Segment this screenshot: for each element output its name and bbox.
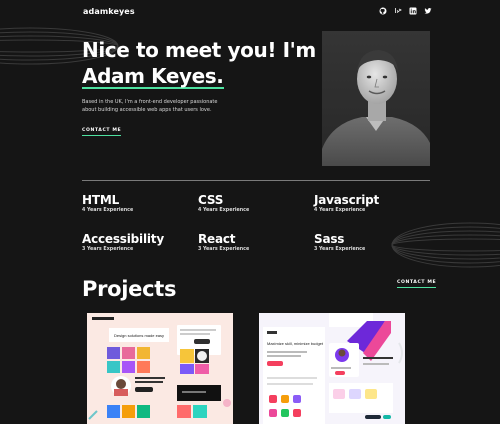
portfolio-page: adamkeyes Nice to meet you! I'm Adam Key… [0, 0, 500, 424]
skill-name: React [198, 232, 236, 246]
thumb2-heading: Maximize skill, minimize budget [267, 341, 324, 346]
skill-name: Sass [314, 232, 345, 246]
profile-photo [322, 31, 430, 166]
thumb1-heading: Design solutions made easy [114, 333, 164, 338]
skill-item: Sass 3 Years Experience [314, 232, 430, 253]
skill-item: HTML 4 Years Experience [82, 193, 198, 214]
skill-experience: 3 Years Experience [82, 247, 134, 252]
hero-name: Adam Keyes. [82, 64, 224, 89]
section-divider [82, 180, 430, 181]
hero-intro: Based in the UK, I'm a front-end develop… [82, 99, 218, 113]
github-icon[interactable] [379, 7, 387, 15]
skill-experience: 3 Years Experience [198, 247, 250, 252]
hero-greeting: Nice to meet you! I'm [82, 38, 316, 62]
project-thumbnail[interactable]: Maximize skill, minimize budget [259, 313, 405, 424]
skill-experience: 4 Years Experience [314, 208, 366, 213]
skill-item: CSS 4 Years Experience [198, 193, 314, 214]
site-header: adamkeyes [0, 0, 500, 22]
skills-grid: HTML 4 Years Experience CSS 4 Years Expe… [82, 193, 430, 253]
twitter-icon[interactable] [424, 7, 432, 15]
linkedin-icon[interactable] [409, 7, 417, 15]
skill-experience: 3 Years Experience [314, 247, 366, 252]
skill-name: Javascript [314, 193, 380, 207]
contact-me-link[interactable]: CONTACT ME [82, 128, 122, 136]
skill-name: HTML [82, 193, 120, 207]
skill-name: Accessibility [82, 232, 164, 246]
projects-heading: Projects [82, 277, 177, 301]
social-links [379, 7, 432, 15]
contact-me-link[interactable]: CONTACT ME [397, 280, 437, 288]
project-thumbnail[interactable]: Design solutions made easy [87, 313, 233, 424]
skill-experience: 4 Years Experience [198, 208, 250, 213]
skill-experience: 4 Years Experience [82, 208, 134, 213]
skill-item: Accessibility 3 Years Experience [82, 232, 198, 253]
skill-name: CSS [198, 193, 224, 207]
skill-item: React 3 Years Experience [198, 232, 314, 253]
skill-item: Javascript 4 Years Experience [314, 193, 430, 214]
site-logo[interactable]: adamkeyes [83, 7, 135, 16]
frontend-mentor-icon[interactable] [394, 7, 402, 15]
hero-heading: Nice to meet you! I'm Adam Keyes. [82, 37, 332, 89]
